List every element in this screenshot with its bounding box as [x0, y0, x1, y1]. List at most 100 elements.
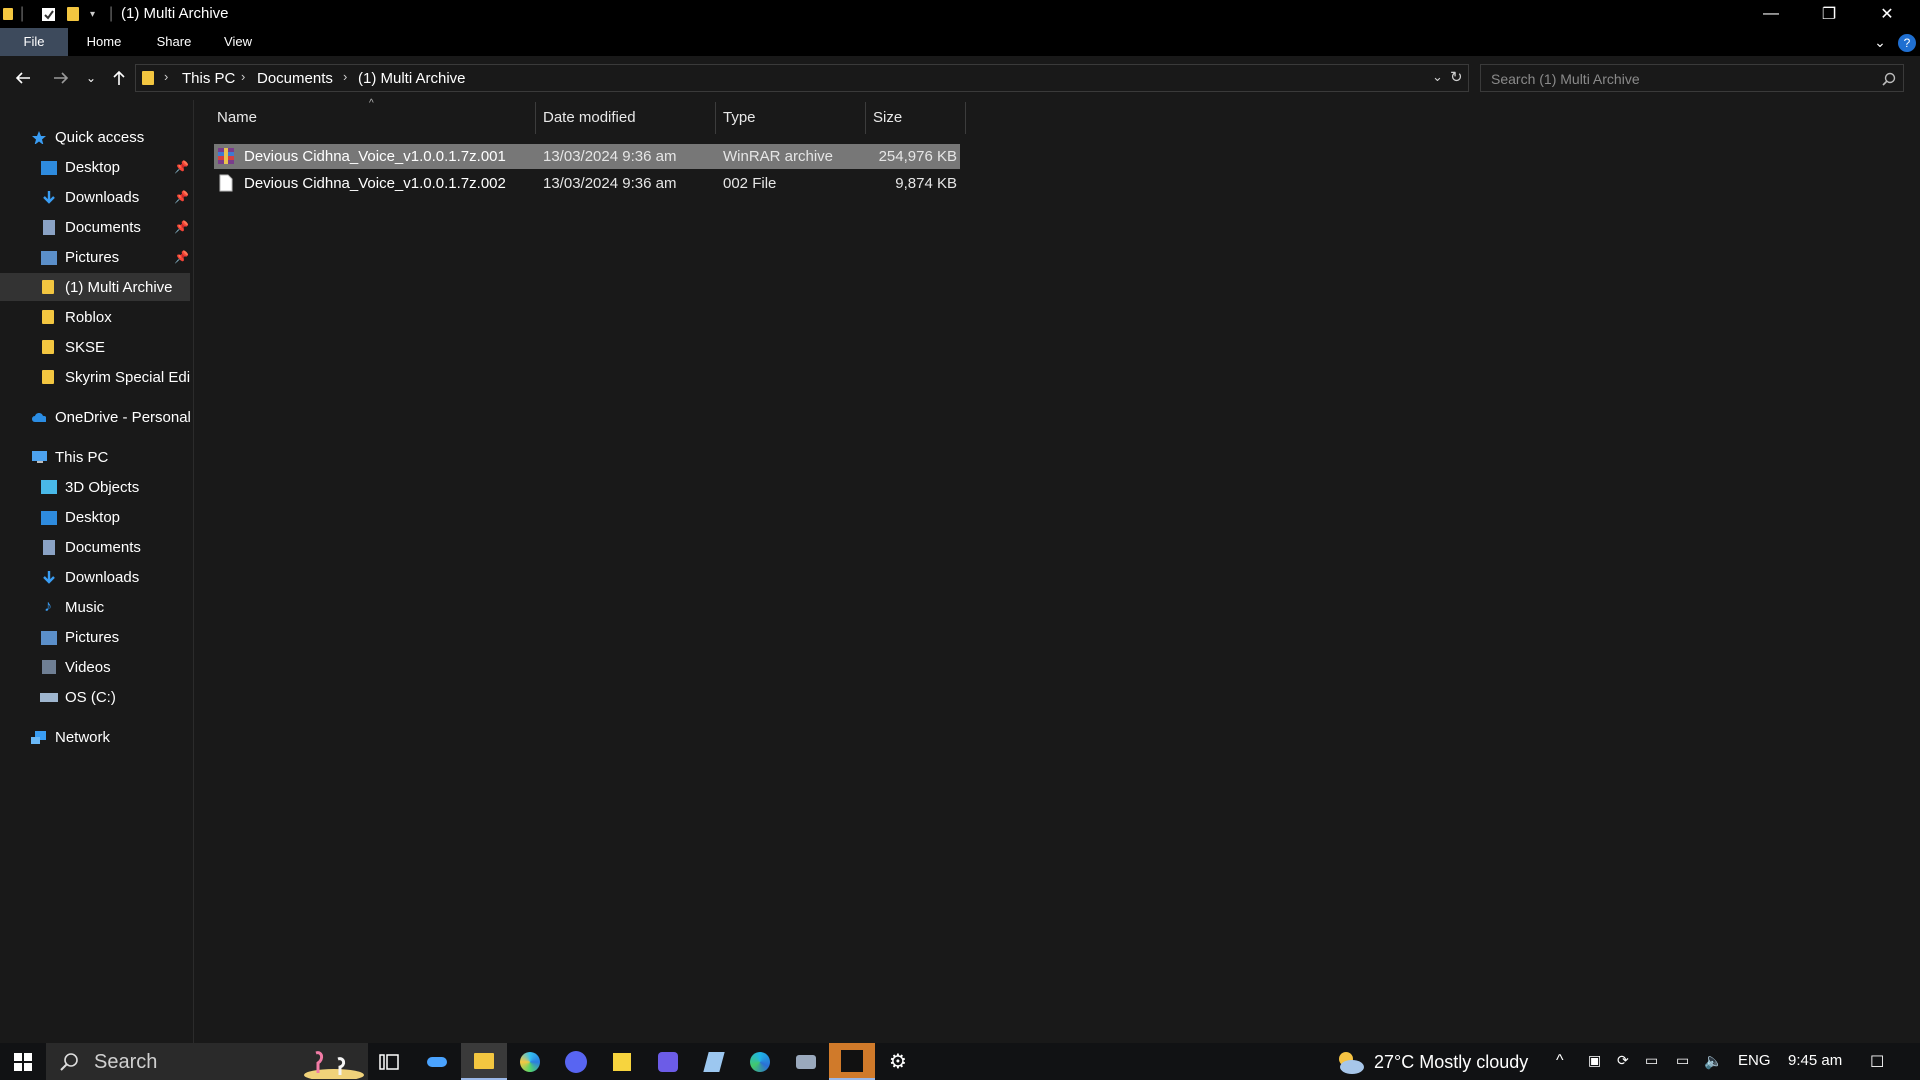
pin-icon[interactable]: 📌 — [174, 190, 189, 204]
task-view-button[interactable] — [366, 1043, 412, 1080]
breadcrumb-this-pc[interactable]: This PC — [182, 70, 235, 87]
nav-item-skse[interactable]: SKSE — [0, 333, 190, 361]
discord-icon — [565, 1050, 587, 1073]
chevron-right-icon[interactable]: › — [241, 69, 245, 84]
back-button[interactable] — [8, 62, 38, 94]
column-divider[interactable] — [715, 102, 716, 134]
taskbar-search[interactable]: Search — [46, 1043, 368, 1080]
nav-item-pc-documents[interactable]: Documents — [0, 533, 190, 561]
pin-icon[interactable]: 📌 — [174, 250, 189, 264]
tab-view[interactable]: View — [214, 28, 262, 56]
nav-label: This PC — [55, 448, 109, 466]
start-button[interactable] — [0, 1043, 46, 1080]
taskbar-app-camera[interactable] — [783, 1043, 829, 1080]
weather-cloudy-icon[interactable] — [1334, 1047, 1366, 1075]
taskbar-app-feather[interactable] — [691, 1043, 737, 1080]
forward-button[interactable] — [46, 62, 76, 94]
column-divider[interactable] — [535, 102, 536, 134]
tuner-app-icon — [427, 1056, 447, 1067]
new-folder-icon[interactable] — [67, 6, 79, 22]
nav-network[interactable]: Network — [0, 723, 190, 751]
winrar-archive-icon — [218, 148, 234, 164]
chevron-right-icon[interactable]: › — [343, 69, 347, 84]
nav-item-pc-pictures[interactable]: Pictures — [0, 623, 190, 651]
file-row[interactable]: Devious Cidhna_Voice_v1.0.0.1.7z.001 13/… — [214, 144, 960, 169]
nav-item-desktop[interactable]: Desktop 📌 — [0, 153, 190, 181]
column-divider[interactable] — [865, 102, 866, 134]
edge-icon — [750, 1051, 770, 1072]
taskbar-app-edge-beta[interactable] — [507, 1043, 553, 1080]
up-button[interactable] — [104, 62, 134, 94]
language-indicator[interactable]: ENG — [1738, 1052, 1771, 1069]
taskbar-app-settings[interactable]: ⚙ — [875, 1043, 921, 1080]
search-input[interactable] — [1489, 69, 1873, 89]
nav-item-multi-archive[interactable]: (1) Multi Archive — [0, 273, 190, 301]
tab-file[interactable]: File — [0, 28, 68, 56]
chevron-right-icon[interactable]: › — [164, 69, 168, 84]
nav-item-downloads[interactable]: Downloads 📌 — [0, 183, 190, 211]
file-row[interactable]: Devious Cidhna_Voice_v1.0.0.1.7z.002 13/… — [214, 171, 960, 196]
search-box[interactable] — [1480, 64, 1904, 92]
taskbar-app-discord[interactable] — [553, 1043, 599, 1080]
column-type[interactable]: Type — [723, 104, 756, 132]
refresh-icon[interactable]: ↻ — [1450, 68, 1463, 86]
address-bar[interactable]: › This PC › Documents › (1) Multi Archiv… — [135, 64, 1469, 92]
nav-this-pc[interactable]: This PC — [0, 443, 190, 471]
meet-now-icon[interactable]: ▣ — [1588, 1052, 1601, 1069]
customize-toolbar-icon[interactable]: ▾ — [90, 6, 95, 22]
ribbon-tabs: File Home Share View ⌄ ? — [0, 28, 1920, 56]
nav-item-music[interactable]: ♪ Music — [0, 593, 190, 621]
taskbar-app-sticky-notes[interactable] — [599, 1043, 645, 1080]
tab-home[interactable]: Home — [80, 28, 128, 56]
nav-item-3d-objects[interactable]: 3D Objects — [0, 473, 190, 501]
network-tray-icon[interactable]: ▭ — [1676, 1052, 1689, 1069]
show-hidden-icons-icon[interactable]: ^ — [1556, 1052, 1564, 1070]
close-button[interactable]: ✕ — [1858, 0, 1916, 28]
pictures-icon — [41, 631, 57, 645]
taskbar-app-wakelet[interactable] — [645, 1043, 691, 1080]
search-icon[interactable] — [1882, 72, 1896, 86]
column-date-modified[interactable]: Date modified — [543, 104, 636, 132]
task-view-icon — [379, 1053, 399, 1070]
breadcrumb-documents[interactable]: Documents — [257, 70, 333, 87]
nav-label: Downloads — [65, 188, 140, 206]
computer-icon — [32, 451, 47, 463]
column-size[interactable]: Size — [873, 104, 902, 132]
address-dropdown-icon[interactable]: ⌄ — [1432, 69, 1443, 85]
nav-quick-access[interactable]: Quick access — [0, 123, 190, 151]
nav-item-videos[interactable]: Videos — [0, 653, 190, 681]
nav-item-roblox[interactable]: Roblox — [0, 303, 190, 331]
taskbar-app-file-explorer[interactable] — [461, 1043, 507, 1080]
breadcrumb-multi-archive[interactable]: (1) Multi Archive — [358, 70, 466, 87]
maximize-button[interactable]: ❐ — [1800, 0, 1858, 28]
taskbar-app-edge[interactable] — [737, 1043, 783, 1080]
nav-item-pictures[interactable]: Pictures 📌 — [0, 243, 190, 271]
properties-icon[interactable] — [41, 6, 56, 22]
notifications-icon[interactable]: ☐ — [1870, 1052, 1884, 1072]
pin-icon[interactable]: 📌 — [174, 160, 189, 174]
nav-onedrive[interactable]: OneDrive - Personal — [0, 403, 190, 431]
clock[interactable]: 9:45 am — [1788, 1052, 1842, 1069]
column-divider[interactable] — [965, 102, 966, 134]
nav-item-pc-desktop[interactable]: Desktop — [0, 503, 190, 531]
pin-icon[interactable]: 📌 — [174, 220, 189, 234]
sync-icon[interactable]: ⟳ — [1617, 1052, 1629, 1069]
recent-locations-button[interactable]: ⌄ — [78, 62, 104, 94]
nav-item-os-c[interactable]: OS (C:) — [0, 683, 190, 711]
help-icon[interactable]: ? — [1898, 34, 1916, 52]
expand-ribbon-icon[interactable]: ⌄ — [1870, 28, 1890, 56]
nav-item-pc-downloads[interactable]: Downloads — [0, 563, 190, 591]
minimize-button[interactable]: — — [1742, 0, 1800, 28]
column-name[interactable]: Name — [217, 104, 257, 132]
navigation-pane: Quick access Desktop 📌 Downloads 📌 Docum… — [0, 100, 194, 1043]
nav-label: Roblox — [65, 308, 112, 326]
battery-icon[interactable]: ▭ — [1645, 1052, 1658, 1069]
volume-icon[interactable]: 🔈 — [1704, 1052, 1723, 1070]
nav-item-documents[interactable]: Documents 📌 — [0, 213, 190, 241]
tab-share[interactable]: Share — [150, 28, 198, 56]
weather-text[interactable]: 27°C Mostly cloudy — [1374, 1052, 1528, 1073]
taskbar-app-game[interactable] — [829, 1043, 875, 1080]
taskbar-app-tuner[interactable] — [414, 1043, 460, 1080]
flamingo-highlight-icon — [304, 1051, 364, 1079]
nav-item-skyrim[interactable]: Skyrim Special Edition — [0, 363, 190, 391]
